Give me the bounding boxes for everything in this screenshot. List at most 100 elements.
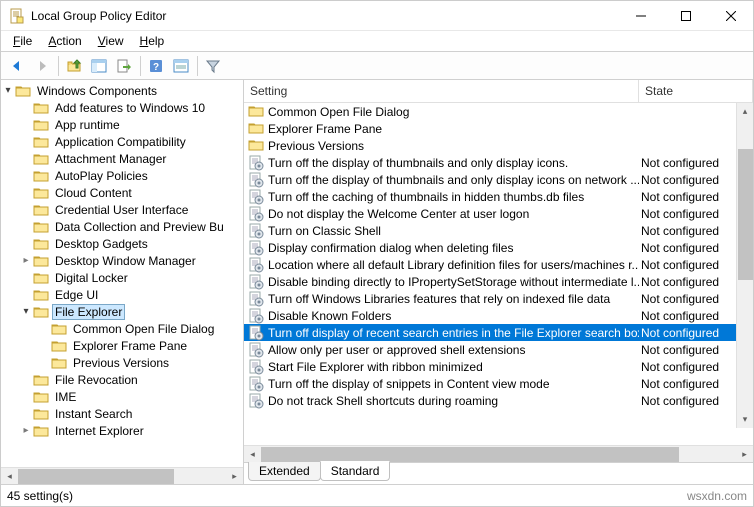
tree-item[interactable]: ▸Edge UI <box>1 286 243 303</box>
tree-item[interactable]: ▸Common Open File Dialog <box>1 320 243 337</box>
list-row[interactable]: Turn off the display of thumbnails and o… <box>244 171 753 188</box>
column-state[interactable]: State <box>639 80 753 102</box>
tree-item[interactable]: ▸Credential User Interface <box>1 201 243 218</box>
tree-item[interactable]: ▸App runtime <box>1 116 243 133</box>
setting-label: Do not display the Welcome Center at use… <box>268 207 529 221</box>
tree-toggle-icon[interactable]: ▾ <box>1 84 15 98</box>
tree-item[interactable]: ▸Desktop Gadgets <box>1 235 243 252</box>
filter-button[interactable] <box>201 54 225 78</box>
tree-item[interactable]: ▸Add features to Windows 10 <box>1 99 243 116</box>
setting-label: Turn off Windows Libraries features that… <box>268 292 610 306</box>
tree-item[interactable]: ▸AutoPlay Policies <box>1 167 243 184</box>
scroll-left-icon[interactable]: ◂ <box>244 446 261 463</box>
folder-icon <box>33 407 49 421</box>
scroll-left-icon[interactable]: ◂ <box>1 468 18 485</box>
tree-item[interactable]: ▸Cloud Content <box>1 184 243 201</box>
scroll-right-icon[interactable]: ▸ <box>736 446 753 463</box>
tree-item[interactable]: ▸Explorer Frame Pane <box>1 337 243 354</box>
list-row[interactable]: Turn off display of recent search entrie… <box>244 324 753 341</box>
forward-button[interactable] <box>30 54 54 78</box>
tree-h-scrollbar[interactable]: ◂ ▸ <box>1 467 243 484</box>
scroll-right-icon[interactable]: ▸ <box>226 468 243 485</box>
list-row[interactable]: Explorer Frame Pane <box>244 120 753 137</box>
tree-item[interactable]: ▸Previous Versions <box>1 354 243 371</box>
policy-icon <box>248 342 264 358</box>
list-row[interactable]: Turn off the caching of thumbnails in hi… <box>244 188 753 205</box>
minimize-button[interactable] <box>618 1 663 31</box>
tree-item[interactable]: ▸Desktop Window Manager <box>1 252 243 269</box>
folder-icon <box>248 138 264 154</box>
column-setting[interactable]: Setting <box>244 80 639 102</box>
export-list-button[interactable] <box>112 54 136 78</box>
tree-item[interactable]: ▸Digital Locker <box>1 269 243 286</box>
tree-item-label: File Explorer <box>53 305 124 319</box>
scroll-up-icon[interactable]: ▴ <box>737 103 753 120</box>
list-row[interactable]: Turn off the display of snippets in Cont… <box>244 375 753 392</box>
tree[interactable]: ▾Windows Components▸Add features to Wind… <box>1 80 243 441</box>
list-row[interactable]: Start File Explorer with ribbon minimize… <box>244 358 753 375</box>
svg-text:?: ? <box>153 62 159 73</box>
tree-item-label: IME <box>53 390 78 404</box>
folder-icon <box>33 169 49 183</box>
menu-help[interactable]: Help <box>132 32 173 50</box>
folder-icon <box>33 305 49 319</box>
tree-item[interactable]: ▸Instant Search <box>1 405 243 422</box>
tree-item[interactable]: ▸IME <box>1 388 243 405</box>
policy-icon <box>248 274 264 290</box>
tree-toggle-icon[interactable]: ▸ <box>19 254 33 268</box>
tree-item-label: Edge UI <box>53 288 100 302</box>
folder-icon <box>33 237 49 251</box>
list-row[interactable]: Previous Versions <box>244 137 753 154</box>
list-h-scrollbar[interactable]: ◂ ▸ <box>244 445 753 462</box>
tree-item[interactable]: ▸Application Compatibility <box>1 133 243 150</box>
tree-item-label: Add features to Windows 10 <box>53 101 207 115</box>
setting-label: Disable binding directly to IPropertySet… <box>268 275 639 289</box>
menu-action[interactable]: Action <box>40 32 89 50</box>
list-row[interactable]: Allow only per user or approved shell ex… <box>244 341 753 358</box>
list-row[interactable]: Common Open File Dialog <box>244 103 753 120</box>
tree-item-label: Windows Components <box>35 84 159 98</box>
policy-icon <box>248 189 264 205</box>
list-row[interactable]: Display confirmation dialog when deletin… <box>244 239 753 256</box>
tab-standard[interactable]: Standard <box>320 461 391 481</box>
tree-toggle-icon[interactable]: ▸ <box>19 424 33 438</box>
policy-icon <box>248 376 264 392</box>
list-row[interactable]: Disable Known FoldersNot configured <box>244 307 753 324</box>
show-hide-console-tree-button[interactable] <box>87 54 111 78</box>
tree-toggle-icon[interactable]: ▾ <box>19 305 33 319</box>
main-area: ▾Windows Components▸Add features to Wind… <box>1 80 753 484</box>
menu-file[interactable]: File <box>5 32 40 50</box>
tree-item[interactable]: ▸Attachment Manager <box>1 150 243 167</box>
tab-extended[interactable]: Extended <box>248 462 321 481</box>
help-button[interactable]: ? <box>144 54 168 78</box>
list-row[interactable]: Turn off Windows Libraries features that… <box>244 290 753 307</box>
back-button[interactable] <box>5 54 29 78</box>
tree-item[interactable]: ▸Internet Explorer <box>1 422 243 439</box>
properties-button[interactable] <box>169 54 193 78</box>
setting-label: Disable Known Folders <box>268 309 391 323</box>
maximize-button[interactable] <box>663 1 708 31</box>
list-row[interactable]: Do not track Shell shortcuts during roam… <box>244 392 753 409</box>
menu-view[interactable]: View <box>90 32 132 50</box>
setting-label: Turn off the display of thumbnails and o… <box>268 156 568 170</box>
setting-label: Display confirmation dialog when deletin… <box>268 241 513 255</box>
list-row[interactable]: Turn on Classic ShellNot configured <box>244 222 753 239</box>
setting-label: Turn off the caching of thumbnails in hi… <box>268 190 584 204</box>
list-v-scrollbar[interactable]: ▴ ▾ <box>736 103 753 428</box>
tree-item[interactable]: ▾ Windows Components <box>1 82 243 99</box>
close-button[interactable] <box>708 1 753 31</box>
list-row[interactable]: Turn off the display of thumbnails and o… <box>244 154 753 171</box>
tree-item[interactable]: ▸Data Collection and Preview Bu <box>1 218 243 235</box>
policy-icon <box>248 291 264 307</box>
tree-item[interactable]: ▾ File Explorer <box>1 303 243 320</box>
list-row[interactable]: Do not display the Welcome Center at use… <box>244 205 753 222</box>
setting-label: Turn off the display of snippets in Cont… <box>268 377 550 391</box>
separator <box>140 56 141 76</box>
scroll-down-icon[interactable]: ▾ <box>737 411 753 428</box>
tree-item-label: Common Open File Dialog <box>71 322 216 336</box>
tree-item[interactable]: ▸File Revocation <box>1 371 243 388</box>
up-button[interactable] <box>62 54 86 78</box>
list-row[interactable]: Disable binding directly to IPropertySet… <box>244 273 753 290</box>
list-row[interactable]: Location where all default Library defin… <box>244 256 753 273</box>
folder-icon <box>33 220 49 234</box>
